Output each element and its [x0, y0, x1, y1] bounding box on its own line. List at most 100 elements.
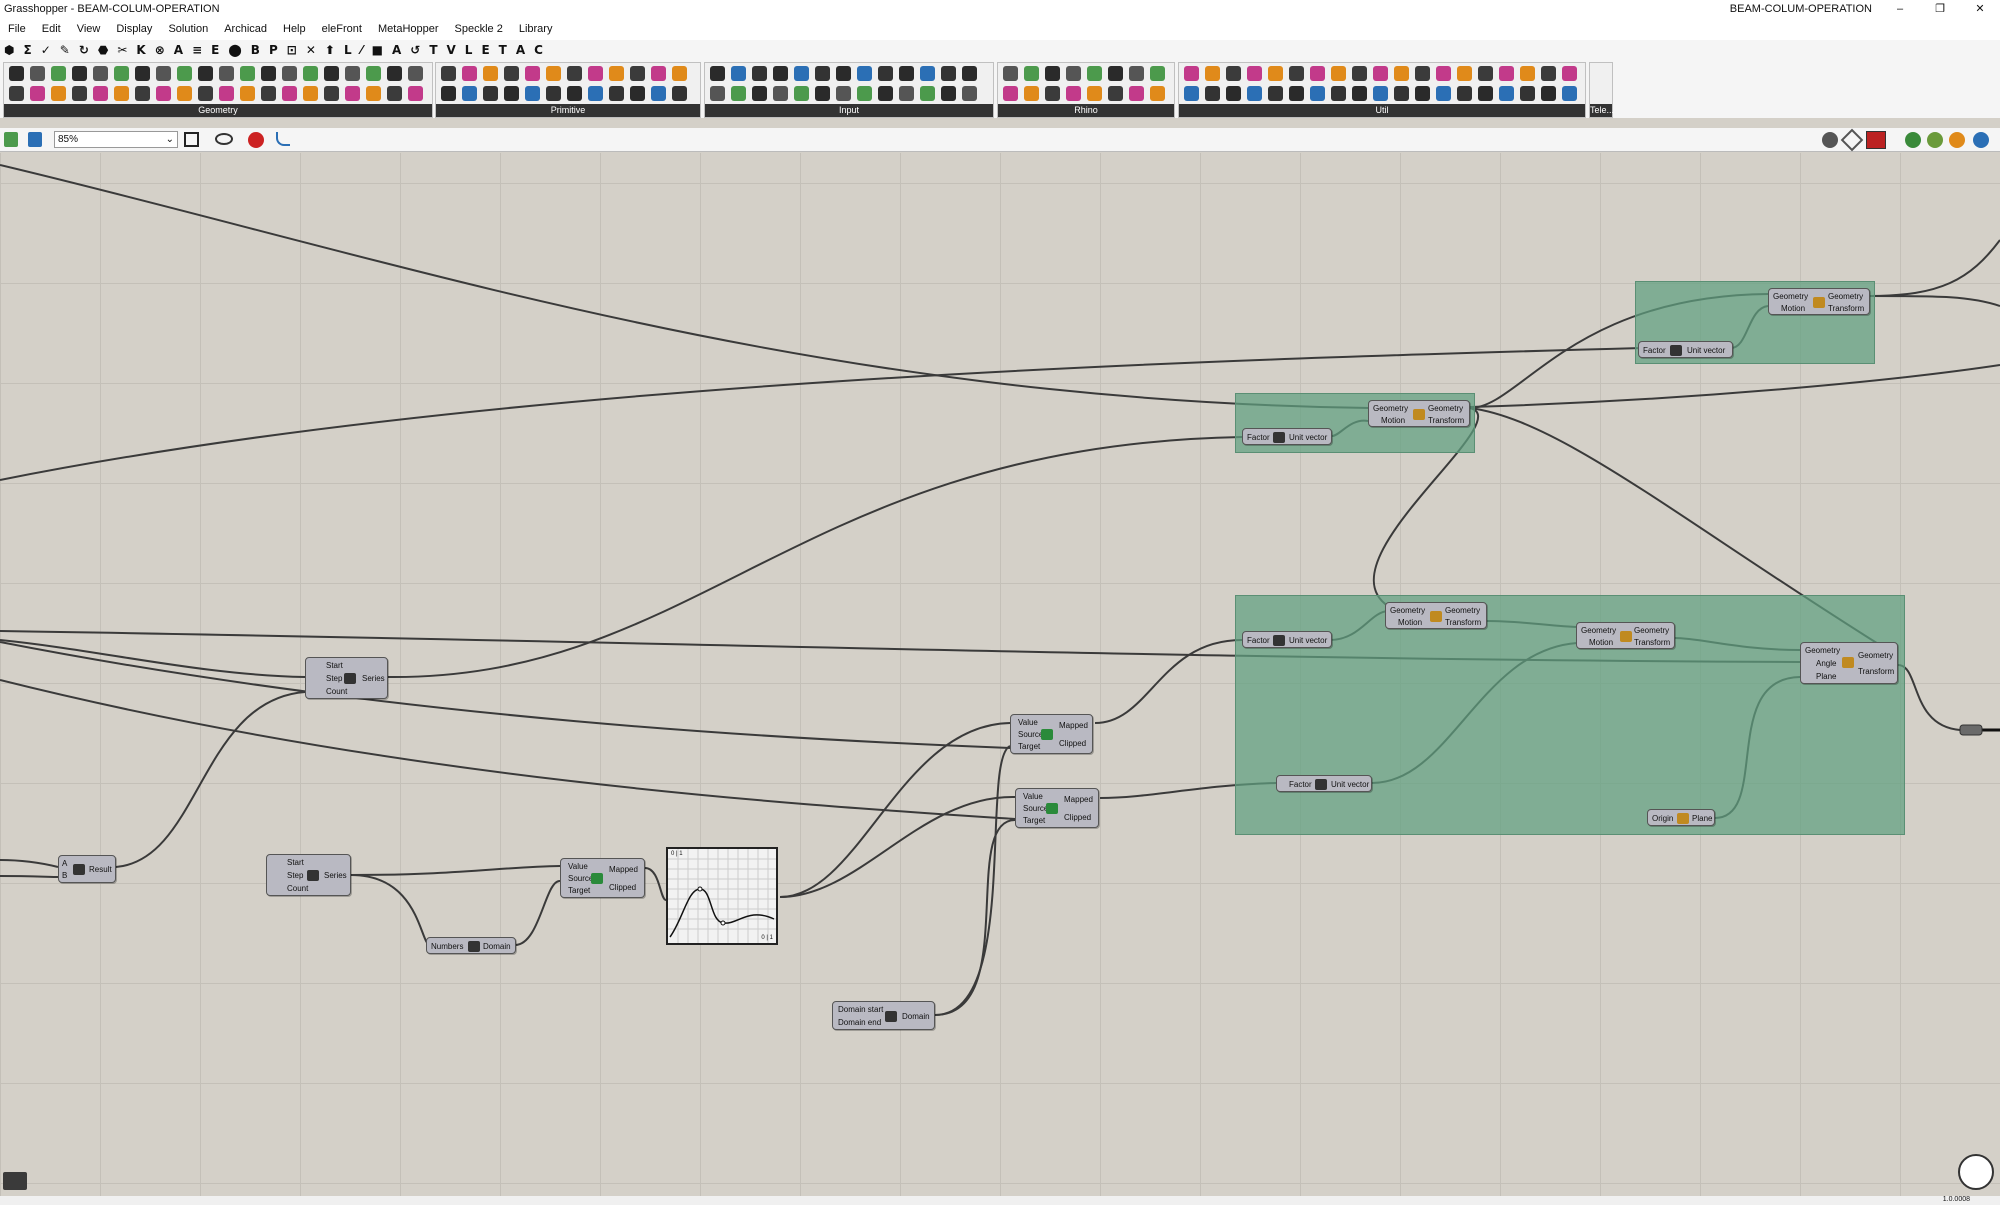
- move-component[interactable]: Geometry Motion Geometry Transform: [1368, 400, 1470, 427]
- group-rotate-chain[interactable]: [1235, 595, 1905, 835]
- remap-numbers-component[interactable]: Value Source Target Mapped Clipped: [1010, 714, 1093, 754]
- unit-z-component[interactable]: Factor Unit vector: [1242, 428, 1332, 445]
- input-value[interactable]: Value: [1023, 792, 1043, 801]
- output-unit-vector[interactable]: Unit vector: [1687, 346, 1725, 355]
- move-icon: [1413, 409, 1425, 420]
- output-transform[interactable]: Transform: [1828, 304, 1864, 313]
- output-series[interactable]: Series: [362, 674, 385, 683]
- input-step[interactable]: Step: [326, 674, 342, 683]
- input-angle[interactable]: Angle: [1816, 659, 1836, 668]
- output-unit-vector[interactable]: Unit vector: [1289, 636, 1327, 645]
- version-label: 1.0.0008: [1942, 1196, 1970, 1203]
- output-geometry[interactable]: Geometry: [1428, 404, 1463, 413]
- output-clipped[interactable]: Clipped: [609, 883, 636, 892]
- input-motion[interactable]: Motion: [1589, 638, 1613, 647]
- input-start[interactable]: Start: [287, 858, 304, 867]
- input-source[interactable]: Source: [1023, 804, 1048, 813]
- graph-curve: [668, 849, 776, 943]
- input-a[interactable]: A: [62, 859, 67, 868]
- multiplication-component[interactable]: A B Result: [58, 855, 116, 883]
- input-value[interactable]: Value: [568, 862, 588, 871]
- plane-icon: [1677, 813, 1689, 824]
- input-source[interactable]: Source: [1018, 730, 1043, 739]
- move-icon: [1813, 297, 1825, 308]
- input-b[interactable]: B: [62, 871, 67, 880]
- input-geometry[interactable]: Geometry: [1390, 606, 1425, 615]
- input-factor[interactable]: Factor: [1643, 346, 1666, 355]
- input-motion[interactable]: Motion: [1781, 304, 1805, 313]
- output-transform[interactable]: Transform: [1634, 638, 1670, 647]
- navigation-dial[interactable]: [1958, 1154, 1994, 1190]
- move-icon: [1620, 631, 1632, 642]
- input-motion[interactable]: Motion: [1398, 618, 1422, 627]
- input-start[interactable]: Start: [326, 661, 343, 670]
- input-geometry[interactable]: Geometry: [1773, 292, 1808, 301]
- input-domain-start[interactable]: Domain start: [838, 1005, 883, 1014]
- input-step[interactable]: Step: [287, 871, 303, 880]
- unit-y-component[interactable]: Factor Unit vector: [1276, 775, 1372, 792]
- output-geometry[interactable]: Geometry: [1828, 292, 1863, 301]
- input-geometry[interactable]: Geometry: [1805, 646, 1840, 655]
- remap-icon: [1041, 729, 1053, 740]
- input-factor[interactable]: Factor: [1289, 780, 1312, 789]
- output-mapped[interactable]: Mapped: [1059, 721, 1088, 730]
- output-mapped[interactable]: Mapped: [1064, 795, 1093, 804]
- remap-numbers-component[interactable]: Value Source Target Mapped Clipped: [560, 858, 645, 898]
- input-count[interactable]: Count: [287, 884, 308, 893]
- output-mapped[interactable]: Mapped: [609, 865, 638, 874]
- remap-numbers-component[interactable]: Value Source Target Mapped Clipped: [1015, 788, 1099, 828]
- output-domain[interactable]: Domain: [483, 942, 511, 951]
- multiply-icon: [73, 864, 85, 875]
- input-factor[interactable]: Factor: [1247, 636, 1270, 645]
- series-component[interactable]: Start Step Count Series: [305, 657, 388, 699]
- unit-x-icon: [1670, 345, 1682, 356]
- output-domain[interactable]: Domain: [902, 1012, 930, 1021]
- series-icon: [307, 870, 319, 881]
- move-component[interactable]: Geometry Motion Geometry Transform: [1576, 622, 1675, 649]
- input-plane[interactable]: Plane: [1816, 672, 1836, 681]
- input-geometry[interactable]: Geometry: [1373, 404, 1408, 413]
- status-bar: 1.0.0008: [0, 1196, 2000, 1205]
- output-geometry[interactable]: Geometry: [1445, 606, 1480, 615]
- unit-x-component[interactable]: Factor Unit vector: [1638, 341, 1733, 358]
- input-numbers[interactable]: Numbers: [431, 942, 463, 951]
- output-unit-vector[interactable]: Unit vector: [1289, 433, 1327, 442]
- input-geometry[interactable]: Geometry: [1581, 626, 1616, 635]
- output-transform[interactable]: Transform: [1428, 416, 1464, 425]
- input-target[interactable]: Target: [1018, 742, 1040, 751]
- output-result[interactable]: Result: [89, 865, 112, 874]
- series-component[interactable]: Start Step Count Series: [266, 854, 351, 896]
- xy-plane-component[interactable]: Origin Plane: [1647, 809, 1715, 826]
- bounds-component[interactable]: Numbers Domain: [426, 937, 516, 954]
- output-series[interactable]: Series: [324, 871, 347, 880]
- output-transform[interactable]: Transform: [1445, 618, 1481, 627]
- input-source[interactable]: Source: [568, 874, 593, 883]
- output-geometry[interactable]: Geometry: [1858, 651, 1893, 660]
- series-icon: [344, 673, 356, 684]
- input-count[interactable]: Count: [326, 687, 347, 696]
- construct-domain-component[interactable]: Domain start Domain end Domain: [832, 1001, 935, 1030]
- output-geometry[interactable]: Geometry: [1634, 626, 1669, 635]
- input-factor[interactable]: Factor: [1247, 433, 1270, 442]
- rotate-icon: [1842, 657, 1854, 668]
- canvas-settings-icon[interactable]: [3, 1172, 27, 1190]
- unit-x-component[interactable]: Factor Unit vector: [1242, 631, 1332, 648]
- input-origin[interactable]: Origin: [1652, 814, 1673, 823]
- move-component[interactable]: Geometry Motion Geometry Transform: [1768, 288, 1870, 315]
- graph-mapper[interactable]: 0 | 1 0 | 1: [666, 847, 778, 945]
- output-clipped[interactable]: Clipped: [1064, 813, 1091, 822]
- move-component[interactable]: Geometry Motion Geometry Transform: [1385, 602, 1487, 629]
- rotate-component[interactable]: Geometry Angle Plane Geometry Transform: [1800, 642, 1898, 684]
- input-target[interactable]: Target: [1023, 816, 1045, 825]
- bounds-icon: [468, 941, 480, 952]
- input-target[interactable]: Target: [568, 886, 590, 895]
- output-transform[interactable]: Transform: [1858, 667, 1894, 676]
- move-icon: [1430, 611, 1442, 622]
- output-plane[interactable]: Plane: [1692, 814, 1712, 823]
- input-motion[interactable]: Motion: [1381, 416, 1405, 425]
- input-domain-end[interactable]: Domain end: [838, 1018, 881, 1027]
- output-unit-vector[interactable]: Unit vector: [1331, 780, 1369, 789]
- output-clipped[interactable]: Clipped: [1059, 739, 1086, 748]
- input-value[interactable]: Value: [1018, 718, 1038, 727]
- domain-icon: [885, 1011, 897, 1022]
